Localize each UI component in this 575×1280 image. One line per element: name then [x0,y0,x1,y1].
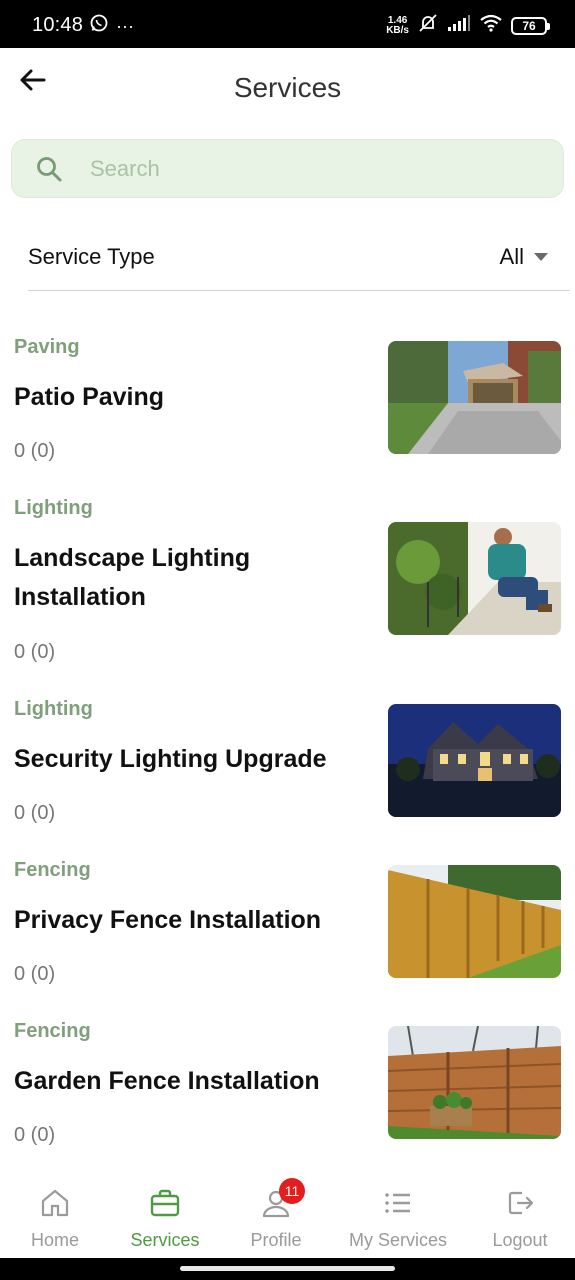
service-category: Paving [14,336,80,358]
service-image [388,341,561,454]
nav-item-profile[interactable]: 11 Profile [216,1178,336,1251]
service-category: Fencing [14,1020,91,1042]
network-speed: 1.46 KB/s [386,14,409,36]
service-category: Lighting [14,698,93,720]
service-category: Fencing [14,859,91,881]
user-icon: 11 [259,1178,305,1220]
nav-label: Logout [492,1230,548,1250]
service-image [388,522,561,635]
nav-item-home[interactable]: Home [0,1186,115,1251]
nav-label: Home [30,1230,79,1250]
nav-item-my-services[interactable]: My Services [338,1186,458,1251]
service-name: Security Lighting Upgrade [14,745,327,773]
status-time: 10:48 [32,14,84,36]
briefcase-icon [148,1186,182,1220]
nav-item-services[interactable]: Services [105,1186,225,1251]
service-name: Landscape Lighting Installation [14,544,251,611]
service-rating: 0 (0) [14,1124,56,1146]
service-category: Lighting [14,497,93,519]
dropdown-value: All [499,244,524,269]
service-image [388,1026,561,1139]
status-bar: 10:48 ··· 1.46 KB/s 76 [0,0,575,48]
search-bar[interactable] [11,139,564,198]
search-input[interactable] [90,152,530,186]
service-rating: 0 (0) [14,963,56,985]
notification-badge: 11 [279,1178,305,1204]
nav-label: Services [130,1230,200,1250]
service-name: Garden Fence Installation [14,1067,320,1095]
mute-alarm-icon [417,13,439,38]
more-notifications-icon: ··· [116,15,134,36]
service-rating: 0 (0) [14,440,56,462]
service-rating: 0 (0) [14,802,56,824]
nav-item-logout[interactable]: Logout [460,1186,575,1251]
service-name: Patio Paving [14,383,165,411]
service-item[interactable]: Lighting Landscape Lighting Installation… [0,497,575,667]
page-title: Services [233,72,342,103]
service-item[interactable]: Paving Patio Paving 0 (0) [0,336,575,466]
logout-icon [503,1186,537,1220]
service-rating: 0 (0) [14,641,56,663]
whatsapp-icon [90,14,108,37]
service-item[interactable]: Fencing Garden Fence Installation 0 (0) [0,1020,575,1150]
service-name: Privacy Fence Installation [14,906,322,934]
search-icon [37,157,62,182]
nav-label: Profile [250,1230,302,1250]
chevron-down-icon [534,253,548,261]
service-image [388,704,561,817]
nav-label: My Services [348,1230,447,1250]
service-item[interactable]: Lighting Security Lighting Upgrade 0 (0) [0,698,575,828]
signal-icon [447,14,471,37]
wifi-icon [479,14,503,37]
home-indicator[interactable] [180,1266,395,1271]
service-image [388,865,561,978]
service-type-filter: Service Type All [28,238,548,278]
filter-label: Service Type [28,244,155,269]
divider [28,290,570,291]
home-icon [38,1186,72,1220]
battery-indicator: 76 [511,16,550,35]
service-type-dropdown[interactable]: All [500,244,548,270]
bottom-navigation: Home Services 11 Profile My Services Log… [0,1172,575,1258]
list-icon [381,1186,415,1220]
service-item[interactable]: Fencing Privacy Fence Installation 0 (0) [0,859,575,989]
